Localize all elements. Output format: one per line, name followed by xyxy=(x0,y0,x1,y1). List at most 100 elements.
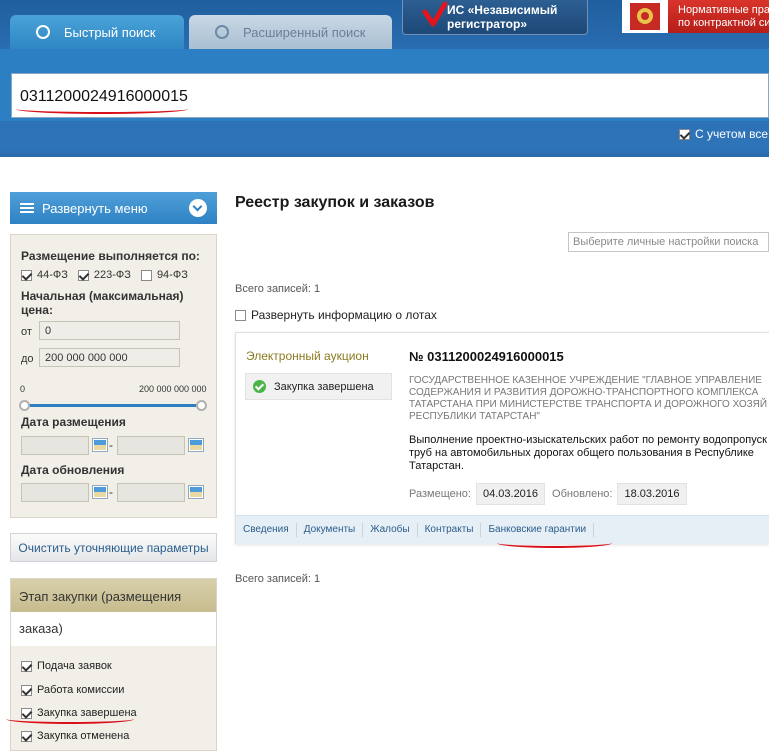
placed-label: Размещено: xyxy=(409,488,471,500)
customer-line: СОДЕРЖАНИЯ И РАЗВИТИЯ ДОРОЖНО-ТРАНСПОРТН… xyxy=(409,387,759,398)
calendar-icon[interactable] xyxy=(188,438,204,452)
consider-all-check[interactable] xyxy=(679,128,690,140)
stage-title: Этап закупки (размещения xyxy=(11,579,216,612)
update-date-to[interactable] xyxy=(117,483,185,502)
tab-complaints[interactable]: Жалобы xyxy=(363,523,418,537)
law-checkboxes: 44-ФЗ 223-ФЗ 94-ФЗ xyxy=(21,269,198,281)
expand-lots-check[interactable] xyxy=(235,309,246,321)
price-label-2: цена: xyxy=(21,303,53,317)
law-44-label: 44-ФЗ xyxy=(37,269,68,281)
search-settings-select[interactable]: Выберите личные настройки поиска xyxy=(568,232,769,252)
price-from-input[interactable]: 0 xyxy=(39,321,180,340)
expand-menu-label: Развернуть меню xyxy=(42,200,148,216)
filter-panel: Размещение выполняется по: 44-ФЗ 223-ФЗ … xyxy=(10,234,217,518)
normative-acts-banner[interactable]: Нормативные пра по контрактной си xyxy=(622,0,769,33)
placement-label: Размещение выполняется по: xyxy=(21,249,200,263)
update-date-from[interactable] xyxy=(21,483,89,502)
tab-contracts[interactable]: Контракты xyxy=(418,523,482,537)
price-to-input[interactable]: 200 000 000 000 xyxy=(39,348,180,367)
law-94-checkbox[interactable]: 94-ФЗ xyxy=(140,269,188,281)
total-records-top: Всего записей: 1 xyxy=(235,283,321,295)
stage-commission-check[interactable] xyxy=(21,684,32,696)
purchase-subject: Выполнение проектно-изыскательских работ… xyxy=(409,434,769,473)
subject-line: труб на автомобильных дорогах общего пол… xyxy=(409,447,754,459)
slider-handle-max[interactable] xyxy=(196,400,207,411)
tab-quick-search-label: Быстрый поиск xyxy=(64,24,156,40)
stage-cancelled-check[interactable] xyxy=(21,730,32,742)
calendar-icon[interactable] xyxy=(188,485,204,499)
consider-all-label: С учетом все xyxy=(695,127,769,141)
purchase-card: Электронный аукцион Закупка завершена № … xyxy=(235,332,769,544)
subject-line: Татарстан. xyxy=(409,460,464,472)
tab-advanced-search[interactable]: Расширенный поиск xyxy=(189,15,392,49)
tab-details[interactable]: Сведения xyxy=(236,523,297,537)
to-label: до xyxy=(21,353,34,365)
registrar-line-2: регистратор» xyxy=(447,17,527,31)
purchase-type: Электронный аукцион xyxy=(246,349,369,363)
price-slider[interactable] xyxy=(19,400,207,411)
date-dash: - xyxy=(109,485,113,499)
tab-quick-search[interactable]: Быстрый поиск xyxy=(10,15,184,49)
customer-line: РЕСПУБЛИКИ ТАТАРСТАН" xyxy=(409,411,540,422)
stage-submission-check[interactable] xyxy=(21,660,32,672)
placement-date-to[interactable] xyxy=(117,436,185,455)
search-icon xyxy=(215,25,229,39)
update-date-label: Дата обновления xyxy=(21,463,125,477)
updated-label: Обновлено: xyxy=(552,488,613,500)
customer-line: ГОСУДАРСТВЕННОЕ КАЗЕННОЕ УЧРЕЖДЕНИЕ "ГЛА… xyxy=(409,375,762,386)
stage-title-cont: заказа) xyxy=(11,612,216,646)
page-title: Реестр закупок и заказов xyxy=(235,194,435,211)
calendar-icon[interactable] xyxy=(92,438,108,452)
stage-commission-checkbox[interactable]: Работа комиссии xyxy=(21,684,124,696)
expand-menu-button[interactable]: Развернуть меню xyxy=(10,192,217,224)
purchase-dates: Размещено: 04.03.2016 Обновлено: 18.03.2… xyxy=(409,483,694,505)
date-dash: - xyxy=(109,438,113,452)
range-min-label: 0 xyxy=(20,384,26,394)
menu-icon xyxy=(20,201,34,215)
stage-cancelled-label: Закупка отменена xyxy=(37,730,130,742)
expand-lots-checkbox[interactable]: Развернуть информацию о лотах xyxy=(235,308,437,322)
customer-line: ТАТАРСТАНА ПРИ МИНИСТЕРСТВЕ ТРАНСПОРТА И… xyxy=(409,399,768,410)
placed-date: 04.03.2016 xyxy=(475,483,546,505)
check-circle-icon xyxy=(253,380,266,393)
total-records-bottom: Всего записей: 1 xyxy=(235,573,321,585)
placement-date-label: Дата размещения xyxy=(21,415,126,429)
chevron-down-icon xyxy=(189,199,207,217)
stage-submission-checkbox[interactable]: Подача заявок xyxy=(21,660,112,672)
tab-advanced-search-label: Расширенный поиск xyxy=(243,24,366,40)
checkmark-icon xyxy=(403,0,448,35)
calendar-icon[interactable] xyxy=(92,485,108,499)
npa-line-2: по контрактной си xyxy=(678,16,769,29)
emblem-icon xyxy=(622,0,668,33)
npa-line-1: Нормативные пра xyxy=(678,3,769,16)
stage-cancelled-checkbox[interactable]: Закупка отменена xyxy=(21,730,129,742)
placement-date-from[interactable] xyxy=(21,436,89,455)
stage-submission-label: Подача заявок xyxy=(37,660,112,672)
range-max-label: 200 000 000 000 xyxy=(139,384,207,394)
tab-bank-guarantees[interactable]: Банковские гарантии xyxy=(481,523,595,537)
clear-filters-button[interactable]: Очистить уточняющие параметры xyxy=(10,533,217,562)
subject-line: Выполнение проектно-изыскательских работ… xyxy=(409,434,767,446)
red-underline-annotation xyxy=(497,538,612,548)
status-badge: Закупка завершена xyxy=(245,373,392,400)
purchase-number-link[interactable]: № 0311200024916000015 xyxy=(409,349,564,364)
law-44-checkbox[interactable]: 44-ФЗ xyxy=(21,269,68,281)
registrar-banner[interactable]: ИС «Независимый регистратор» xyxy=(402,0,588,35)
slider-handle-min[interactable] xyxy=(19,400,30,411)
clock-icon xyxy=(36,25,50,39)
law-94-check[interactable] xyxy=(140,269,152,281)
law-223-check[interactable] xyxy=(77,269,89,281)
law-44-check[interactable] xyxy=(21,269,32,281)
status-label: Закупка завершена xyxy=(274,380,374,393)
tab-documents[interactable]: Документы xyxy=(297,523,364,537)
price-label-1: Начальная (максимальная) xyxy=(21,289,184,303)
customer-name[interactable]: ГОСУДАРСТВЕННОЕ КАЗЕННОЕ УЧРЕЖДЕНИЕ "ГЛА… xyxy=(409,375,769,423)
law-223-label: 223-ФЗ xyxy=(93,269,131,281)
stage-panel: Этап закупки (размещения заказа) Подача … xyxy=(10,578,217,751)
law-223-checkbox[interactable]: 223-ФЗ xyxy=(77,269,131,281)
stage-commission-label: Работа комиссии xyxy=(37,684,125,696)
consider-all-checkbox[interactable]: С учетом все xyxy=(679,127,768,141)
law-94-label: 94-ФЗ xyxy=(156,269,188,281)
red-underline-annotation xyxy=(6,714,134,724)
registrar-line-1: ИС «Независимый xyxy=(447,3,558,17)
